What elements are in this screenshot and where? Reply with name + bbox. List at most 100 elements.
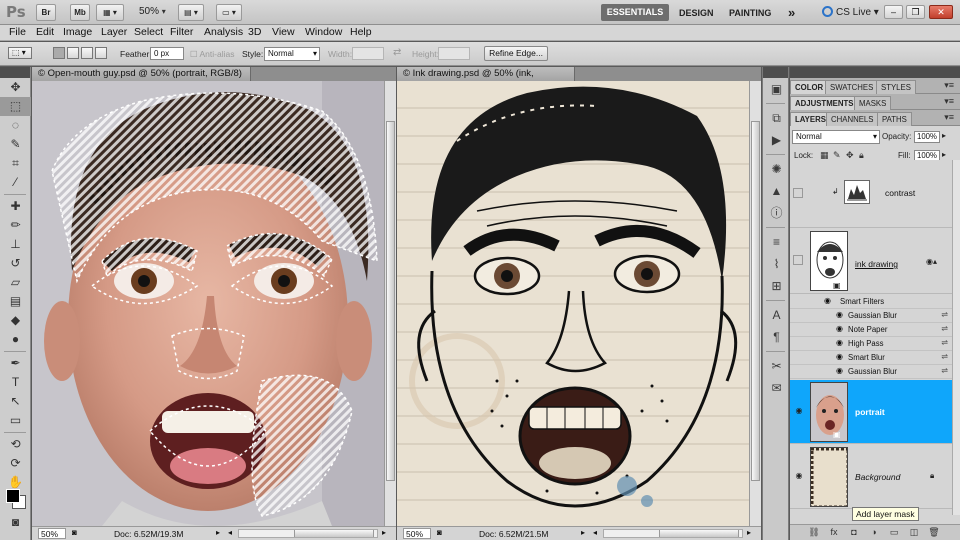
eye-icon[interactable]: ◉ <box>824 296 831 305</box>
panels-header[interactable] <box>790 67 960 78</box>
refine-edge-button[interactable]: Refine Edge... <box>484 46 548 61</box>
eye-icon[interactable]: ◉ <box>793 471 805 480</box>
mini-bridge-icon[interactable]: ▣ <box>763 78 790 100</box>
quick-selection-tool-icon[interactable]: ✎ <box>0 135 31 154</box>
arrange-documents-button[interactable]: ▤ ▾ <box>178 4 204 21</box>
tab-adjustments[interactable]: ADJUSTMENTS <box>790 96 859 110</box>
new-group-icon[interactable]: ▭ <box>888 527 900 538</box>
tab-styles[interactable]: STYLES <box>876 80 916 94</box>
status-menu-arrow-icon[interactable]: ▸ <box>581 528 585 537</box>
workspace-painting[interactable]: PAINTING <box>729 8 771 18</box>
brush-tool-icon[interactable]: ✏ <box>0 216 31 235</box>
menu-view[interactable]: View <box>272 26 295 38</box>
visibility-toggle-off[interactable] <box>793 188 803 198</box>
eye-icon[interactable]: ◉ <box>836 352 843 361</box>
panel-menu-icon[interactable]: ▾≡ <box>944 112 954 123</box>
layer-row-ink-drawing[interactable]: ▣ ink drawing ◉▴ <box>790 229 952 294</box>
scroll-left-icon[interactable]: ◂ <box>593 528 597 537</box>
clone-stamp-tool-icon[interactable]: ⊥ <box>0 235 31 254</box>
tab-layers[interactable]: LAYERS <box>790 112 831 126</box>
new-adjustment-layer-icon[interactable]: ◑ <box>868 527 880 538</box>
gradient-tool-icon[interactable]: ▤ <box>0 292 31 311</box>
layer-name-ink-drawing[interactable]: ink drawing <box>855 259 898 269</box>
blur-tool-icon[interactable]: ◆ <box>0 311 31 330</box>
filter-row[interactable]: ◉ Note Paper ⇌ <box>790 323 952 337</box>
menu-edit[interactable]: Edit <box>36 26 54 38</box>
portrait-canvas[interactable] <box>32 81 384 526</box>
scroll-right-icon[interactable]: ▸ <box>382 528 386 537</box>
blend-mode-select[interactable]: Normal <box>792 130 880 144</box>
layer-row-background[interactable]: ◉ Background 🔒︎ <box>790 445 952 509</box>
layer-row-contrast[interactable]: ↲ contrast <box>790 160 952 228</box>
eye-icon[interactable]: ◉ <box>836 310 843 319</box>
info-icon[interactable]: ⓘ <box>763 202 790 224</box>
actions-icon[interactable]: ▶ <box>763 129 790 151</box>
notes-icon[interactable]: ✉ <box>763 377 790 399</box>
menu-select[interactable]: Select <box>134 26 163 38</box>
tool-presets-icon[interactable]: ✂ <box>763 355 790 377</box>
strip-header[interactable] <box>763 67 788 78</box>
zoom-level-dropdown[interactable]: 50% ▾ <box>139 6 166 17</box>
3d-rotate-tool-icon[interactable]: ⟲ <box>0 435 31 454</box>
new-layer-icon[interactable]: ◫ <box>908 527 920 538</box>
feather-input[interactable]: 0 px <box>150 47 184 60</box>
move-tool-icon[interactable]: ✥ <box>0 78 31 97</box>
menu-3d[interactable]: 3D <box>248 26 261 38</box>
scrollbar-thumb[interactable] <box>751 121 760 481</box>
antialias-checkbox[interactable]: ☐ Anti-alias <box>190 49 234 60</box>
status-menu-arrow-icon[interactable]: ▸ <box>216 528 220 537</box>
horizontal-scrollbar[interactable] <box>603 529 743 538</box>
tool-preset-picker[interactable]: ⬚ ▾ <box>8 47 32 59</box>
close-window-button[interactable]: ✕ <box>929 5 953 19</box>
tab-color[interactable]: COLOR <box>790 80 829 94</box>
eye-icon[interactable]: ◉ <box>836 324 843 333</box>
eraser-tool-icon[interactable]: ▱ <box>0 273 31 292</box>
history-brush-tool-icon[interactable]: ↺ <box>0 254 31 273</box>
menu-file[interactable]: File <box>9 26 26 38</box>
shape-tool-icon[interactable]: ▭ <box>0 411 31 430</box>
scrollbar-thumb[interactable] <box>659 530 740 537</box>
launch-bridge-button[interactable]: Br <box>36 4 56 21</box>
menu-image[interactable]: Image <box>63 26 92 38</box>
panel-menu-icon[interactable]: ▾≡ <box>944 96 954 107</box>
add-layer-mask-icon[interactable]: ◘ <box>848 527 860 538</box>
3d-icon[interactable]: ✺ <box>763 158 790 180</box>
path-selection-tool-icon[interactable]: ↖ <box>0 392 31 411</box>
opacity-arrow-icon[interactable]: ▸ <box>942 131 946 140</box>
tab-open-mouth-guy[interactable]: © Open-mouth guy.psd @ 50% (portrait, RG… <box>32 67 251 94</box>
menu-help[interactable]: Help <box>350 26 372 38</box>
tab-masks[interactable]: MASKS <box>854 96 892 110</box>
panel-menu-icon[interactable]: ▾≡ <box>944 80 954 91</box>
horizontal-scrollbar[interactable] <box>238 529 378 538</box>
scroll-left-icon[interactable]: ◂ <box>228 528 232 537</box>
menu-window[interactable]: Window <box>305 26 342 38</box>
opacity-input[interactable]: 100% <box>914 131 940 143</box>
eyedropper-tool-icon[interactable]: ⁄ <box>0 173 31 192</box>
screen-mode-button[interactable]: ▭ ▾ <box>216 4 242 21</box>
launch-minibridge-button[interactable]: Mb <box>70 4 90 21</box>
status-info-icon[interactable]: ◙ <box>72 528 77 537</box>
status-zoom-input[interactable]: 50% <box>38 528 66 539</box>
paragraph-icon[interactable]: ¶ <box>763 326 790 348</box>
tab-channels[interactable]: CHANNELS <box>826 112 879 126</box>
filter-row[interactable]: ◉ Smart Blur ⇌ <box>790 351 952 365</box>
minimize-button[interactable]: – <box>884 5 903 19</box>
filter-row[interactable]: ◉ Gaussian Blur ⇌ <box>790 309 952 323</box>
status-zoom-input[interactable]: 50% <box>403 528 431 539</box>
filter-blending-options-icon[interactable]: ⇌ <box>941 352 948 361</box>
filter-blending-options-icon[interactable]: ⇌ <box>941 338 948 347</box>
view-extras-button[interactable]: ▦ ▾ <box>96 4 124 21</box>
rectangular-marquee-tool-icon[interactable]: ⬚ <box>0 97 31 116</box>
dodge-tool-icon[interactable]: ● <box>0 330 31 349</box>
filter-row[interactable]: ◉ Gaussian Blur ⇌ <box>790 365 952 379</box>
brush-icon[interactable]: ⌇ <box>763 253 790 275</box>
tools-panel-header[interactable] <box>0 67 30 78</box>
width-input[interactable] <box>352 47 384 60</box>
more-workspaces-button[interactable]: » <box>788 5 795 20</box>
tab-ink-drawing[interactable]: © Ink drawing.psd @ 50% (ink, RGB/8)✕ <box>397 67 575 94</box>
type-tool-icon[interactable]: T <box>0 373 31 392</box>
status-info-icon[interactable]: ◙ <box>437 528 442 537</box>
intersect-selection-button[interactable] <box>95 47 107 59</box>
quick-mask-icon[interactable]: ◙ <box>0 513 31 532</box>
swap-dimensions-icon[interactable]: ⇄ <box>393 47 401 58</box>
